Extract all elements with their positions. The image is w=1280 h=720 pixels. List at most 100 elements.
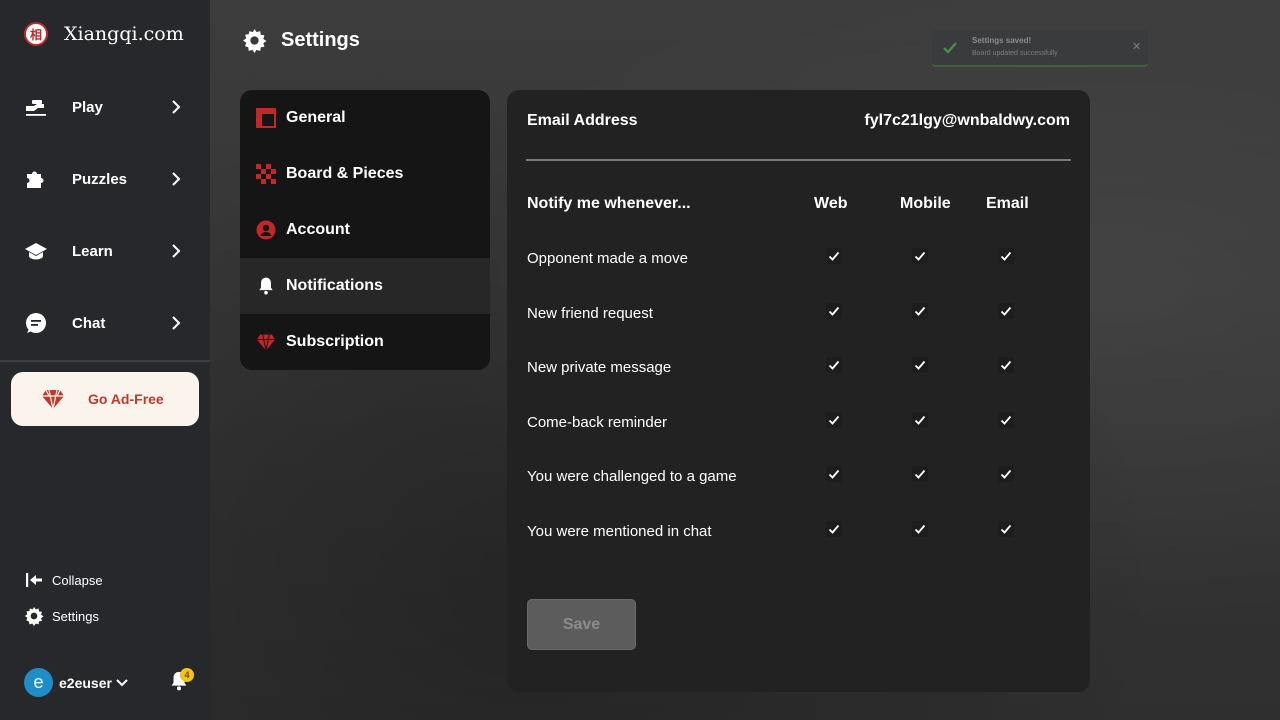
sidebar: 相 Xiangqi.com Play Puzzles Learn Chat Go… — [0, 0, 210, 720]
collapse-button[interactable]: Collapse — [24, 570, 103, 590]
settings-menu-account[interactable]: Account — [240, 202, 490, 258]
settings-menu-label: General — [286, 109, 346, 126]
user-menu[interactable]: e e2euser — [24, 668, 128, 697]
avatar: e — [24, 668, 53, 697]
settings-link[interactable]: Settings — [24, 606, 99, 626]
brand-logo[interactable]: 相 Xiangqi.com — [24, 22, 184, 46]
graduation-cap-icon — [25, 243, 47, 260]
go-adfree-button[interactable]: Go Ad-Free — [11, 372, 199, 426]
brand-name: Xiangqi.com — [64, 23, 184, 45]
checkmark-icon — [914, 306, 926, 316]
checkbox-web[interactable] — [826, 466, 842, 482]
checkmark-icon — [828, 469, 840, 479]
collapse-label: Collapse — [52, 572, 103, 588]
settings-menu-subscription[interactable]: Subscription — [240, 314, 490, 370]
chevron-right-icon — [172, 172, 181, 186]
gear-icon — [243, 29, 267, 53]
save-button[interactable]: Save — [527, 599, 636, 650]
checkbox-mobile[interactable] — [912, 412, 928, 428]
settings-menu-board-pieces[interactable]: Board & Pieces — [240, 146, 490, 202]
chevron-right-icon — [172, 316, 181, 330]
email-address-label: Email Address — [527, 112, 638, 129]
column-header-email: Email — [986, 195, 1029, 212]
page-title-text: Settings — [281, 29, 360, 51]
settings-menu-notifications[interactable]: Notifications — [240, 258, 490, 314]
checkmark-icon — [1000, 251, 1012, 261]
toast-message: Board updated successfully — [972, 50, 1058, 57]
divider — [526, 159, 1071, 161]
settings-menu-label: Subscription — [286, 333, 384, 350]
chevron-right-icon — [172, 100, 181, 114]
checkbox-web[interactable] — [826, 357, 842, 373]
checkbox-mobile[interactable] — [912, 357, 928, 373]
sidebar-item-learn[interactable]: Learn — [0, 226, 210, 276]
checkbox-mobile[interactable] — [912, 521, 928, 537]
checkbox-web[interactable] — [826, 521, 842, 537]
settings-label: Settings — [52, 608, 99, 624]
chevron-down-icon — [116, 678, 128, 686]
checkmark-icon — [1000, 469, 1012, 479]
notification-count-badge: 4 — [180, 668, 194, 682]
collapse-icon — [26, 573, 42, 587]
layout-icon — [256, 108, 276, 128]
gem-icon — [42, 389, 64, 410]
gear-icon — [24, 606, 44, 626]
settings-menu-general[interactable]: General — [240, 90, 490, 146]
puzzle-icon — [27, 171, 44, 188]
sidebar-item-label: Chat — [72, 314, 106, 332]
checkmark-icon — [828, 251, 840, 261]
checkmark-icon — [828, 415, 840, 425]
column-header-mobile: Mobile — [900, 195, 951, 212]
notification-row-label: Come-back reminder — [527, 414, 668, 431]
page-title: Settings — [242, 28, 360, 53]
checkbox-web[interactable] — [826, 412, 842, 428]
notification-row-label: You were mentioned in chat — [527, 523, 712, 540]
checkbox-email[interactable] — [998, 521, 1014, 537]
checkbox-email[interactable] — [998, 303, 1014, 319]
checkbox-mobile[interactable] — [912, 303, 928, 319]
checkbox-web[interactable] — [826, 248, 842, 264]
checkbox-email[interactable] — [998, 412, 1014, 428]
notifications-bell[interactable]: 4 — [168, 668, 194, 694]
sidebar-item-label: Learn — [72, 242, 113, 260]
checkbox-email[interactable] — [998, 357, 1014, 373]
close-icon[interactable]: ✕ — [1132, 40, 1141, 53]
checkbox-web[interactable] — [826, 303, 842, 319]
checkmark-icon — [828, 524, 840, 534]
sidebar-item-label: Puzzles — [72, 170, 128, 188]
email-address-value: fyl7c21lgy@wnbaldwy.com — [864, 112, 1070, 129]
checkmark-icon — [1000, 360, 1012, 370]
checkmark-icon — [1000, 306, 1012, 316]
sidebar-item-label: Play — [72, 98, 103, 116]
checkbox-email[interactable] — [998, 466, 1014, 482]
check-icon — [943, 42, 957, 54]
sidebar-item-play[interactable]: Play — [0, 82, 210, 132]
username: e2euser — [59, 674, 112, 691]
checkmark-icon — [914, 415, 926, 425]
gem-icon — [256, 334, 276, 351]
checkerboard-icon — [256, 164, 276, 184]
sidebar-item-puzzles[interactable]: Puzzles — [0, 154, 210, 204]
settings-menu-label: Notifications — [286, 277, 383, 294]
checkbox-email[interactable] — [998, 248, 1014, 264]
toast-notification: Settings saved! Board updated successful… — [932, 30, 1148, 67]
play-hand-icon — [26, 100, 46, 116]
notification-row-label: New private message — [527, 359, 672, 376]
checkmark-icon — [1000, 415, 1012, 425]
checkmark-icon — [828, 306, 840, 316]
settings-menu-label: Account — [286, 221, 350, 238]
checkmark-icon — [1000, 524, 1012, 534]
notification-row-label: New friend request — [527, 305, 653, 322]
notification-row-label: Opponent made a move — [527, 250, 688, 267]
checkmark-icon — [914, 524, 926, 534]
checkmark-icon — [914, 251, 926, 261]
checkbox-mobile[interactable] — [912, 466, 928, 482]
notifications-panel: Email Address fyl7c21lgy@wnbaldwy.com No… — [507, 90, 1090, 692]
logo-mark-icon: 相 — [24, 22, 48, 46]
checkbox-mobile[interactable] — [912, 248, 928, 264]
chevron-right-icon — [172, 244, 181, 258]
sidebar-item-chat[interactable]: Chat — [0, 298, 210, 348]
checkmark-icon — [828, 360, 840, 370]
checkmark-icon — [914, 469, 926, 479]
chat-bubble-icon — [26, 313, 46, 333]
